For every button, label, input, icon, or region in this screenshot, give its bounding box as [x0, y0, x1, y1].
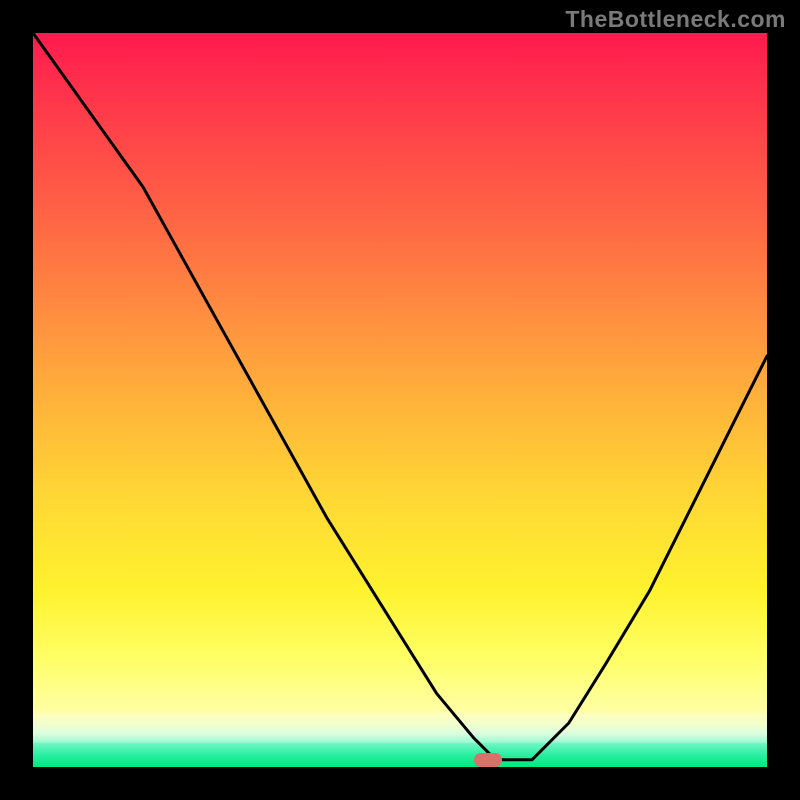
plot-area	[33, 33, 767, 767]
optimal-point-marker	[474, 753, 502, 767]
bottleneck-curve	[33, 33, 767, 767]
watermark-text: TheBottleneck.com	[565, 6, 786, 33]
chart-frame: TheBottleneck.com	[0, 0, 800, 800]
